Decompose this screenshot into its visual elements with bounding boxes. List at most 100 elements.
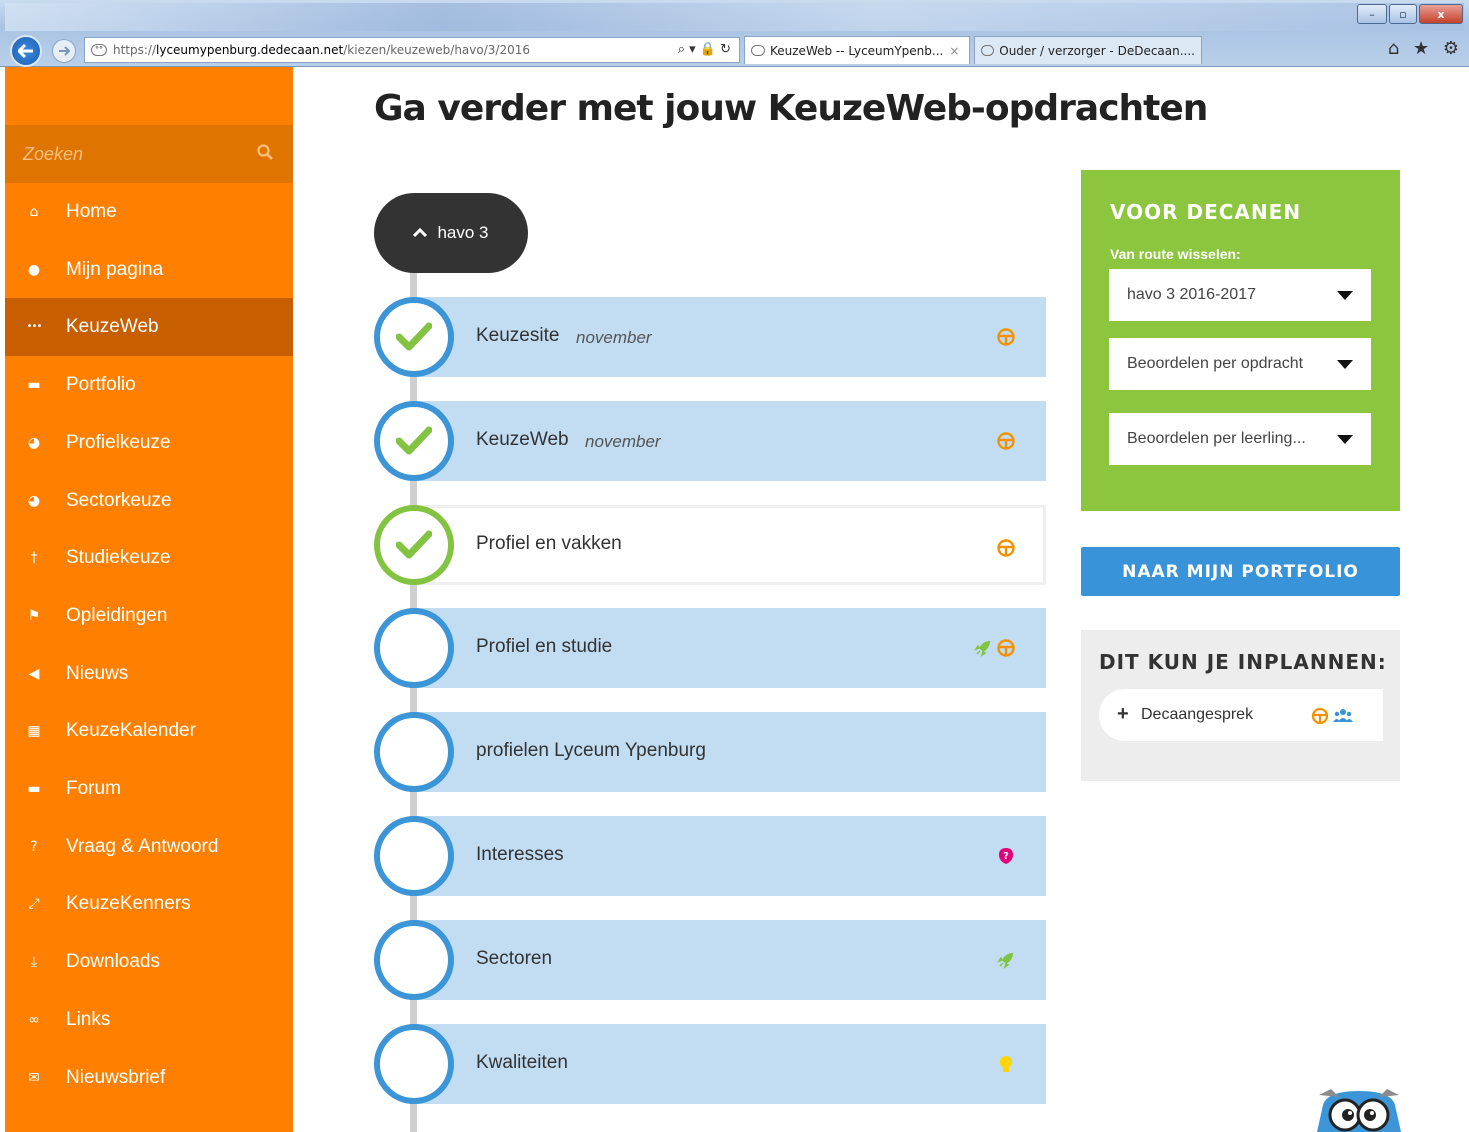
sidebar-item-label: KeuzeKenners: [66, 893, 191, 915]
sidebar-item-portfolio[interactable]: ▬ Portfolio: [5, 356, 293, 414]
task-row[interactable]: Profiel en vakken: [413, 504, 1046, 585]
rocket-icon: [974, 641, 990, 658]
task-icons: [996, 538, 1016, 558]
sidebar-item-label: KeuzeKalender: [66, 720, 196, 742]
task-row[interactable]: Keuzesite november: [413, 297, 1046, 377]
task-status-done[interactable]: [374, 400, 454, 481]
sidebar: Zoeken ⌂ Home ● Mijn pagina ••• KeuzeWeb ▬ Port…: [5, 67, 293, 1132]
wheel-icon: [1311, 707, 1329, 725]
sidebar-item-profielkeuze[interactable]: ◕ Profielkeuze: [5, 414, 293, 472]
sidebar-item-downloads[interactable]: ⤓ Downloads: [5, 933, 293, 991]
sidebar-item-keuzekalender[interactable]: ▦ KeuzeKalender: [5, 702, 293, 760]
task-icons: [996, 1054, 1016, 1074]
checkmark-icon: [396, 530, 432, 559]
task-status-done[interactable]: [374, 297, 454, 377]
pie-icon: ◕: [27, 492, 41, 509]
task-label: Interesses: [476, 844, 564, 865]
task-row[interactable]: Kwaliteiten: [413, 1023, 1046, 1104]
search-input[interactable]: Zoeken: [5, 125, 293, 183]
timeline-line: [410, 270, 417, 1132]
calendar-icon: ▦: [27, 723, 41, 740]
tab-title: Ouder / verzorger - DeDecaan....: [999, 43, 1195, 58]
minimize-button[interactable]: –: [1357, 4, 1387, 24]
tab-keuzeweb[interactable]: KeuzeWeb -- LyceumYpenb... ×: [744, 36, 970, 64]
checkmark-icon: [396, 322, 432, 351]
task-icons: [996, 431, 1016, 451]
sidebar-item-home[interactable]: ⌂ Home: [5, 183, 293, 241]
tab-ouder-verzorger[interactable]: Ouder / verzorger - DeDecaan....: [974, 36, 1202, 64]
page-title: Ga verder met jouw KeuzeWeb-opdrachten: [374, 88, 1208, 129]
task-month: november: [585, 431, 661, 451]
plan-item-decaangesprek[interactable]: + Decaangesprek: [1099, 689, 1383, 741]
task-row[interactable]: KeuzeWeb november: [413, 400, 1046, 481]
wheel-icon: [997, 432, 1015, 450]
pie-icon: ◕: [27, 434, 41, 451]
task-status-todo[interactable]: [374, 919, 454, 1000]
plan-item-label: Decaangesprek: [1141, 706, 1254, 723]
sidebar-item-label: Opleidingen: [66, 604, 168, 626]
task-month: november: [576, 328, 652, 347]
sidebar-item-keuzeweb[interactable]: ••• KeuzeWeb: [5, 298, 293, 357]
sidebar-item-nieuwsbrief[interactable]: ✉ Nieuwsbrief: [5, 1049, 293, 1107]
task-row[interactable]: Profiel en studie: [413, 608, 1046, 689]
task-status-done[interactable]: [374, 504, 454, 585]
tab-favicon: [751, 45, 765, 56]
task-row[interactable]: profielen Lyceum Ypenburg: [413, 712, 1046, 793]
assess-per-task-select[interactable]: Beoordelen per opdracht: [1109, 338, 1371, 390]
task-row[interactable]: Interesses?: [413, 816, 1046, 896]
url-path: /kiezen/keuzeweb/havo/3/2016: [343, 43, 530, 57]
task-label: profielen Lyceum Ypenburg: [476, 740, 706, 762]
envelope-icon: ✉: [28, 1069, 40, 1086]
question-bubble-icon: ?: [999, 848, 1013, 864]
task-status-todo[interactable]: [374, 712, 454, 793]
decanen-title: VOOR DECANEN: [1110, 200, 1302, 224]
route-toggle-button[interactable]: havo 3: [374, 193, 528, 273]
tab-close-icon[interactable]: ×: [949, 44, 959, 58]
signpost-icon: †: [30, 550, 38, 567]
plan-title: DIT KUN JE INPLANNEN:: [1099, 650, 1387, 674]
sidebar-item-label: KeuzeWeb: [66, 316, 159, 338]
search-placeholder: Zoeken: [23, 143, 84, 164]
address-controls[interactable]: ⌕ ▾ 🔒 ↻: [678, 42, 731, 57]
sidebar-item-nieuws[interactable]: ◀ Nieuws: [5, 645, 293, 703]
caret-down-icon: [1337, 291, 1353, 300]
search-icon[interactable]: [257, 144, 273, 160]
sidebar-item-vraag-antwoord[interactable]: ? Vraag & Antwoord: [5, 818, 293, 876]
sidebar-item-label: Studiekeuze: [66, 547, 171, 569]
route-select[interactable]: havo 3 2016-2017: [1109, 269, 1371, 321]
caret-down-icon: [1337, 360, 1353, 369]
task-status-todo[interactable]: [374, 608, 454, 689]
url-host: lyceumypenburg.dedecaan.net: [156, 43, 344, 57]
arrow-left-icon: [18, 44, 33, 58]
task-status-todo[interactable]: [374, 1023, 454, 1104]
maximize-button[interactable]: ▫: [1389, 4, 1417, 24]
assess-per-student-value: Beoordelen per leerling...: [1127, 430, 1306, 447]
flag-icon: ⚑: [27, 607, 41, 624]
sidebar-item-keuzekenners[interactable]: ⤢ KeuzeKenners: [5, 875, 293, 933]
browser-toolbar-icons[interactable]: ⌂ ★ ⚙: [1388, 38, 1463, 59]
sidebar-item-label: Downloads: [66, 951, 160, 973]
task-icons: [996, 950, 1016, 970]
assess-per-student-select[interactable]: Beoordelen per leerling...: [1109, 413, 1371, 465]
address-bar[interactable]: °° https://lyceumypenburg.dedecaan.net/k…: [84, 37, 740, 63]
plus-icon[interactable]: +: [1117, 704, 1129, 724]
wheel-icon: [997, 538, 1015, 557]
task-row[interactable]: Sectoren: [413, 919, 1046, 1000]
sidebar-item-label: Profielkeuze: [66, 431, 171, 453]
forward-button[interactable]: [52, 39, 76, 63]
wheel-icon: [997, 639, 1015, 658]
sidebar-item-sectorkeuze[interactable]: ◕ Sectorkeuze: [5, 472, 293, 530]
caret-down-icon: [1337, 435, 1353, 444]
sidebar-item-links[interactable]: ∞ Links: [5, 991, 293, 1049]
sidebar-item-mijn-pagina[interactable]: ● Mijn pagina: [5, 241, 293, 299]
chevron-up-icon: [413, 225, 428, 241]
portfolio-button[interactable]: NAAR MIJN PORTFOLIO: [1081, 547, 1400, 596]
task-status-todo[interactable]: [374, 816, 454, 896]
close-window-button[interactable]: x: [1419, 4, 1463, 24]
back-button[interactable]: [10, 35, 42, 67]
sidebar-item-label: Mijn pagina: [66, 258, 164, 280]
sidebar-item-studiekeuze[interactable]: † Studiekeuze: [5, 529, 293, 587]
task-label: Sectoren: [476, 947, 553, 969]
sidebar-item-forum[interactable]: ▬ Forum: [5, 760, 293, 818]
sidebar-item-opleidingen[interactable]: ⚑ Opleidingen: [5, 587, 293, 645]
